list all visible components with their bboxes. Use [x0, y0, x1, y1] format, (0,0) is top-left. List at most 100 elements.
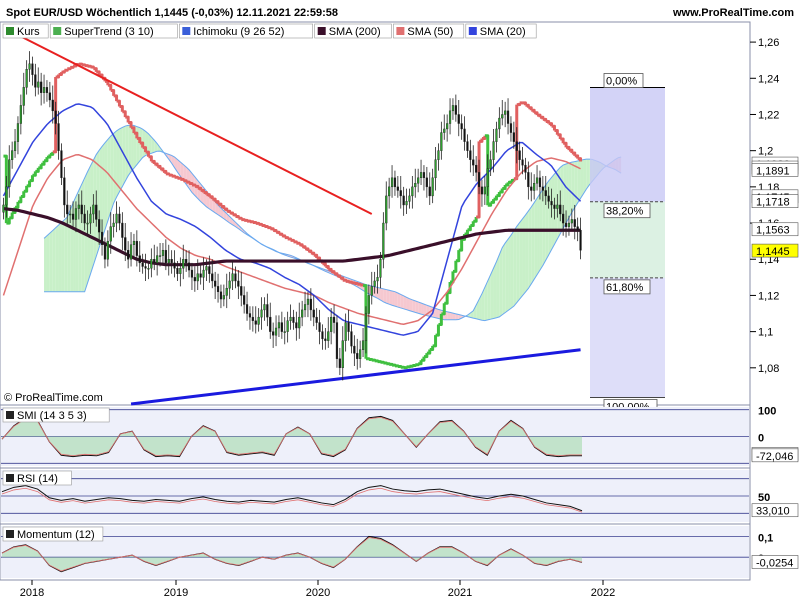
- ichimoku-cloud-segment: [412, 299, 416, 313]
- candle-body: [248, 313, 252, 318]
- ichimoku-cloud-segment: [508, 235, 511, 311]
- candle-body: [547, 195, 550, 202]
- candle-body: [274, 327, 278, 336]
- supertrend-segment: [244, 218, 249, 222]
- supertrend-segment: [342, 278, 348, 282]
- candle-body: [167, 259, 170, 264]
- ichimoku-cloud-segment: [84, 171, 88, 292]
- supertrend-segment: [351, 281, 356, 285]
- candle-body: [434, 159, 437, 179]
- legend-swatch: [53, 27, 62, 35]
- ichimoku-cloud-segment: [389, 290, 393, 306]
- candle-body: [48, 92, 51, 101]
- candle-body: [141, 262, 144, 267]
- ichimoku-cloud-segment: [102, 142, 105, 239]
- candle-body: [54, 110, 57, 124]
- candle-body: [124, 237, 127, 251]
- candle-body: [37, 81, 40, 88]
- candle-body: [419, 172, 423, 179]
- ichimoku-cloud-segment: [421, 303, 424, 315]
- legend-swatch: [182, 27, 191, 35]
- candle-body: [219, 291, 223, 300]
- candle-body: [408, 195, 411, 202]
- candle-body: [182, 259, 185, 269]
- supertrend-segment: [81, 63, 87, 67]
- candle-body: [69, 213, 72, 216]
- supertrend-segment: [264, 225, 269, 229]
- supertrend-segment: [357, 282, 362, 286]
- candle-body: [361, 340, 365, 350]
- supertrend-segment: [394, 364, 400, 368]
- candle-body: [570, 219, 573, 224]
- candle-body: [451, 105, 455, 112]
- candle-body: [390, 177, 394, 188]
- candle-body: [103, 244, 107, 260]
- candle-body: [512, 132, 515, 142]
- candle-body: [132, 240, 136, 245]
- x-tick-label: 2022: [591, 587, 615, 599]
- candle-body: [576, 226, 579, 231]
- candle-body: [318, 322, 321, 332]
- legend-swatch: [396, 27, 405, 35]
- candle-body: [129, 244, 133, 260]
- ichimoku-cloud-segment: [52, 227, 56, 292]
- candle-body: [16, 123, 20, 142]
- candle-body: [573, 219, 576, 227]
- candle-body: [533, 183, 536, 191]
- candle-body: [289, 316, 292, 321]
- supertrend-segment: [409, 364, 414, 368]
- ichimoku-cloud-segment: [580, 159, 584, 199]
- candle-body: [521, 159, 524, 166]
- candle-body: [150, 259, 153, 269]
- candle-body: [121, 222, 124, 238]
- site-link[interactable]: www.ProRealTime.com: [672, 7, 794, 19]
- candle-body: [399, 190, 402, 197]
- ichimoku-cloud-segment: [87, 165, 91, 283]
- indicator-label: Momentum (12): [17, 529, 95, 541]
- supertrend-segment: [383, 361, 388, 365]
- legend-item-label: SMA (200): [329, 26, 381, 38]
- candle-body: [338, 358, 341, 369]
- ichimoku-cloud-segment: [383, 288, 387, 304]
- ichimoku-cloud-segment: [386, 289, 390, 305]
- supertrend-segment: [374, 359, 380, 363]
- supertrend-segment: [183, 179, 188, 183]
- indicator-label-swatch: [6, 411, 14, 419]
- candle-body: [208, 266, 211, 274]
- candle-body: [234, 273, 237, 282]
- ichimoku-cloud-segment: [392, 290, 395, 307]
- candle-body: [448, 110, 452, 124]
- indicator-panels-layer: SMI (14 3 5 3)1000-67,146-72,046RSI (14)…: [1, 406, 799, 578]
- x-axis: 2018 2019 2020 2021 2022: [20, 580, 615, 599]
- ichimoku-cloud-segment: [397, 293, 401, 308]
- ichimoku-cloud-segment: [499, 247, 503, 317]
- candle-body: [153, 259, 156, 264]
- candle-body: [80, 204, 83, 215]
- candle-body: [437, 150, 440, 160]
- candle-body: [138, 255, 141, 264]
- candle-body: [216, 286, 220, 293]
- candle-body: [211, 273, 214, 282]
- candle-body: [272, 331, 275, 336]
- candle-body: [187, 262, 191, 271]
- candle-body: [356, 353, 359, 359]
- candle-body: [515, 141, 518, 151]
- candle-body: [263, 304, 266, 311]
- supertrend-segment: [293, 240, 298, 244]
- candle-body: [567, 222, 571, 227]
- x-tick-label: 2021: [448, 587, 472, 599]
- ichimoku-cloud-segment: [490, 268, 494, 320]
- indicator-tag-label: 33,010: [756, 506, 790, 518]
- candle-body: [466, 141, 469, 151]
- candle-body: [240, 286, 243, 296]
- candle-body: [161, 249, 165, 256]
- indicator-label-swatch: [6, 474, 14, 482]
- legend-item-label: Kurs: [17, 26, 40, 38]
- candle-body: [350, 331, 353, 347]
- supertrend-segment: [368, 357, 374, 361]
- candle-body: [40, 81, 43, 93]
- candle-body: [135, 240, 138, 256]
- ichimoku-cloud-segment: [104, 139, 108, 230]
- ichimoku-cloud-segment: [46, 233, 50, 292]
- ichimoku-cloud-segment: [493, 261, 497, 319]
